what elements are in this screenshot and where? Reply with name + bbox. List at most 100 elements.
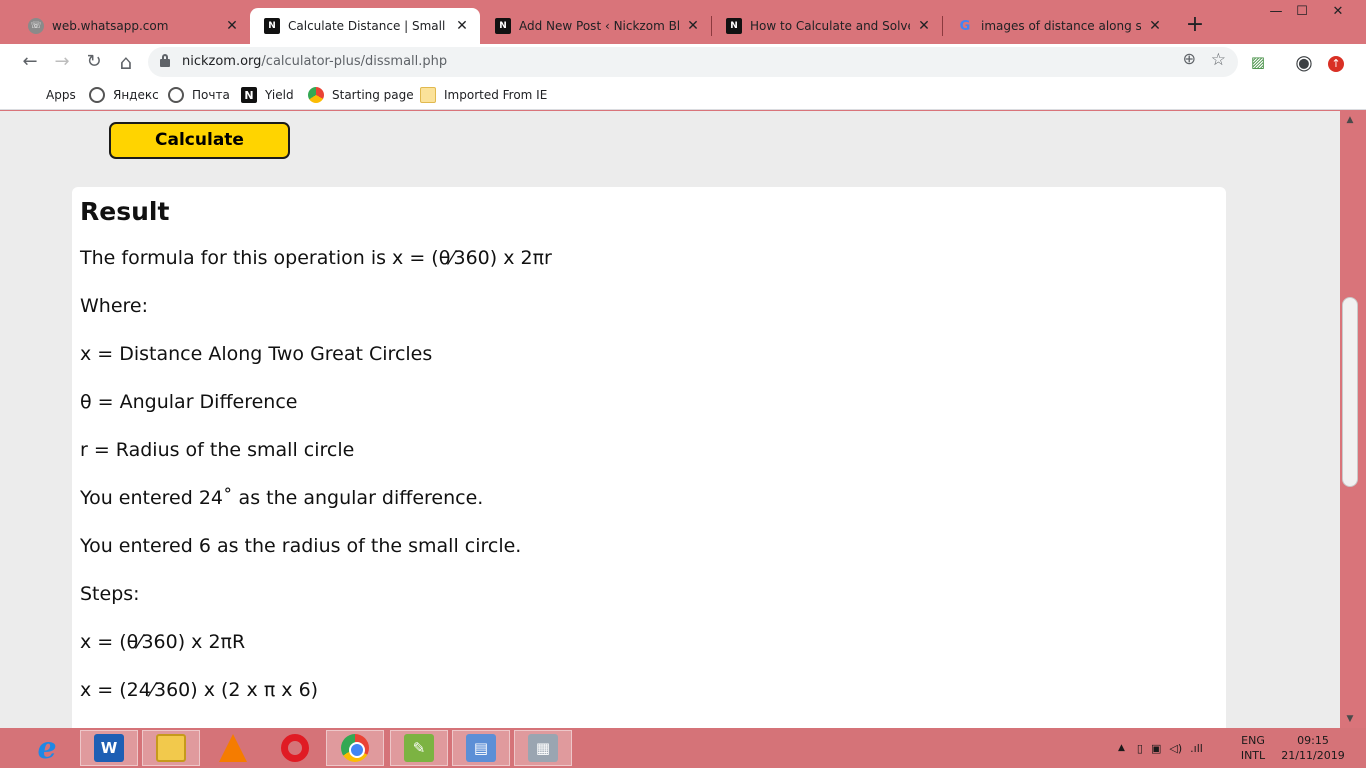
tab-add-new-post[interactable]: N Add New Post ‹ Nickzom Blog — ✕ xyxy=(481,8,711,44)
taskbar-calculator[interactable]: ▦ xyxy=(514,730,572,766)
vlc-icon xyxy=(219,734,247,762)
page-viewport: Calculate Result The formula for this op… xyxy=(0,111,1340,728)
nickzom-icon: N xyxy=(726,18,742,34)
taskbar-notepad[interactable]: ✎ xyxy=(390,730,448,766)
bookmark-yandex[interactable]: Яндекс xyxy=(89,85,159,105)
calculate-button[interactable]: Calculate xyxy=(109,122,290,159)
forward-button[interactable]: → xyxy=(48,48,76,76)
tab-calculate-distance[interactable]: N Calculate Distance | Small Circle ✕ xyxy=(250,8,480,44)
scroll-down-icon[interactable]: ▼ xyxy=(1342,712,1358,726)
bookmark-label: Starting page xyxy=(332,88,414,102)
globe-icon xyxy=(168,87,184,103)
bookmark-label: Яндекс xyxy=(113,88,159,102)
bookmark-starting-page[interactable]: Starting page xyxy=(308,85,414,105)
step-2: x = (24⁄360) x (2 x π x 6) xyxy=(80,679,319,701)
tab-google-images[interactable]: G images of distance along small ✕ xyxy=(943,8,1173,44)
browser-toolbar: ← → ↻ ⌂ nickzom.org/calculator-plus/diss… xyxy=(0,44,1366,80)
formula-line: The formula for this operation is x = (θ… xyxy=(80,247,552,269)
taskbar-file-explorer[interactable] xyxy=(142,730,200,766)
volume-icon[interactable]: ◁) xyxy=(1169,742,1182,755)
language-indicator[interactable]: ENG INTL xyxy=(1236,733,1270,763)
address-url[interactable]: nickzom.org/calculator-plus/dissmall.php xyxy=(182,54,447,69)
battery-icon[interactable]: ▯ xyxy=(1137,742,1143,755)
bookmark-label: Apps xyxy=(46,88,76,102)
window-close-button[interactable]: ✕ xyxy=(1318,0,1358,26)
scrollbar-thumb[interactable] xyxy=(1342,297,1358,487)
folder-icon xyxy=(420,87,436,103)
windows-taskbar: e W ✎ ▤ ▦ ▲ ▯ ▣ ◁) .ıll ENG INTL 09:15 2… xyxy=(0,728,1366,768)
bookmark-apps[interactable]: Apps xyxy=(22,85,76,105)
language-code: ENG xyxy=(1241,734,1265,747)
whatsapp-icon: ☏ xyxy=(28,18,44,34)
google-icon: G xyxy=(959,18,971,34)
tab-title: Calculate Distance | Small Circle xyxy=(288,19,448,33)
close-icon[interactable]: ✕ xyxy=(224,18,240,34)
globe-icon xyxy=(89,87,105,103)
close-icon[interactable]: ✕ xyxy=(1147,18,1163,34)
clock-date: 21/11/2019 xyxy=(1281,749,1345,762)
close-icon[interactable]: ✕ xyxy=(916,18,932,34)
tab-how-to-calculate[interactable]: N How to Calculate and Solve for ✕ xyxy=(712,8,942,44)
opera-icon xyxy=(281,734,309,762)
bookmark-star-icon[interactable]: ☆ xyxy=(1211,50,1226,70)
keyboard-layout: INTL xyxy=(1240,749,1266,762)
clock-time: 09:15 xyxy=(1297,734,1329,747)
steps-label: Steps: xyxy=(80,583,140,605)
apps-grid-icon xyxy=(22,87,38,103)
bookmark-pochta[interactable]: Почта xyxy=(168,85,230,105)
bookmark-label: Yield xyxy=(265,88,294,102)
result-heading: Result xyxy=(80,197,170,226)
reload-button[interactable]: ↻ xyxy=(80,48,108,76)
network-icon[interactable]: ▣ xyxy=(1151,742,1161,755)
bookmark-label: Почта xyxy=(192,88,230,102)
show-hidden-icons-icon[interactable]: ▲ xyxy=(1118,743,1125,753)
close-icon[interactable]: ✕ xyxy=(454,18,470,34)
update-icon[interactable]: ↑ xyxy=(1322,48,1350,76)
signal-icon[interactable]: .ıll xyxy=(1190,742,1203,755)
home-button[interactable]: ⌂ xyxy=(112,48,140,76)
taskbar-internet-explorer[interactable]: e xyxy=(18,730,76,766)
taskbar-control-panel[interactable]: ▤ xyxy=(452,730,510,766)
url-path: /calculator-plus/dissmall.php xyxy=(261,54,448,69)
entered-angle-line: You entered 24˚ as the angular differenc… xyxy=(80,487,484,509)
vertical-scrollbar[interactable]: ▲ ▼ xyxy=(1340,111,1366,728)
url-host: nickzom.org xyxy=(182,54,262,69)
word-icon: W xyxy=(94,734,124,762)
x-definition: x = Distance Along Two Great Circles xyxy=(80,343,433,365)
clock[interactable]: 09:15 21/11/2019 xyxy=(1280,733,1346,763)
chrome-icon xyxy=(341,734,369,762)
maximize-button[interactable]: ☐ xyxy=(1282,0,1322,26)
taskbar-opera[interactable] xyxy=(266,730,324,766)
profile-icon[interactable]: ◉ xyxy=(1290,48,1318,76)
r-definition: r = Radius of the small circle xyxy=(80,439,355,461)
tab-whatsapp[interactable]: ☏ web.whatsapp.com ✕ xyxy=(14,8,250,44)
control-panel-icon: ▤ xyxy=(466,734,496,762)
where-label: Where: xyxy=(80,295,149,317)
nickzom-icon: N xyxy=(264,18,280,34)
taskbar-vlc[interactable] xyxy=(204,730,262,766)
address-bar[interactable]: nickzom.org/calculator-plus/dissmall.php… xyxy=(148,47,1238,77)
new-tab-button[interactable]: + xyxy=(1182,12,1208,38)
tab-title: How to Calculate and Solve for xyxy=(750,19,910,33)
tab-title: web.whatsapp.com xyxy=(52,19,169,33)
extension-icon[interactable]: ▨ xyxy=(1244,48,1272,76)
internet-explorer-icon: e xyxy=(37,730,57,766)
close-icon[interactable]: ✕ xyxy=(685,18,701,34)
step-1: x = (θ⁄360) x 2πR xyxy=(80,631,246,653)
taskbar-word[interactable]: W xyxy=(80,730,138,766)
tab-title: Add New Post ‹ Nickzom Blog — xyxy=(519,19,679,33)
chrome-icon xyxy=(308,87,324,103)
back-button[interactable]: ← xyxy=(16,48,44,76)
bookmark-yield[interactable]: N Yield xyxy=(241,85,294,105)
zoom-icon[interactable]: ⊕ xyxy=(1183,49,1196,68)
tab-title: images of distance along small xyxy=(981,19,1141,33)
lock-icon xyxy=(160,54,170,68)
scroll-up-icon[interactable]: ▲ xyxy=(1342,113,1358,127)
bookmarks-bar: Apps Яндекс Почта N Yield Starting page … xyxy=(0,80,1366,110)
taskbar-chrome[interactable] xyxy=(326,730,384,766)
system-tray: ▲ ▯ ▣ ◁) .ıll xyxy=(1118,728,1203,768)
notepad-icon: ✎ xyxy=(404,734,434,762)
calculator-icon: ▦ xyxy=(528,734,558,762)
bookmark-imported-from-ie[interactable]: Imported From IE xyxy=(420,85,547,105)
entered-radius-line: You entered 6 as the radius of the small… xyxy=(80,535,522,557)
